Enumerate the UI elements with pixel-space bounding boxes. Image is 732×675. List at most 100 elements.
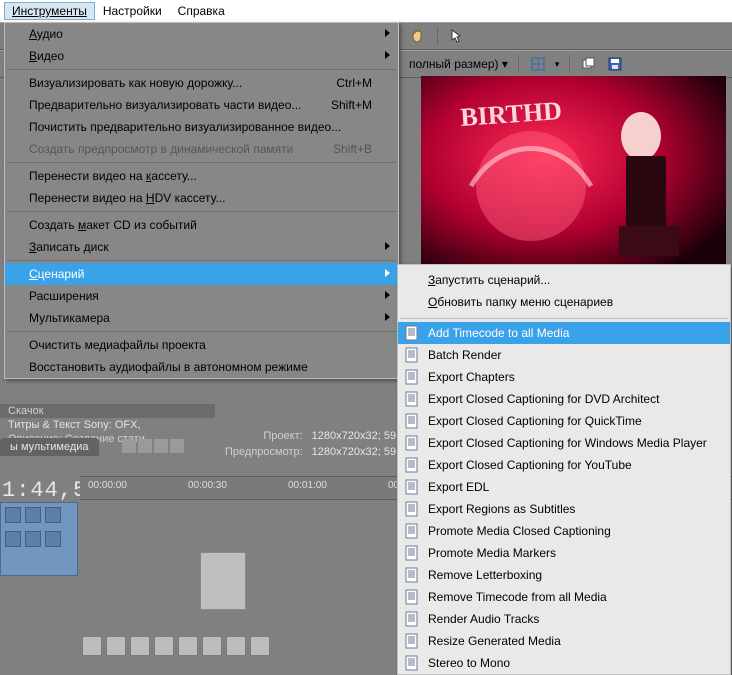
script-item[interactable]: Export EDL <box>398 476 730 498</box>
play-button[interactable] <box>154 636 174 656</box>
more-icon[interactable] <box>45 531 61 547</box>
fx-icon[interactable] <box>5 531 21 547</box>
script-item[interactable]: Export Regions as Subtitles <box>398 498 730 520</box>
play-start-button[interactable] <box>130 636 150 656</box>
script-item-label: Export Closed Captioning for Windows Med… <box>428 436 707 450</box>
menu-render-new-track[interactable]: Визуализировать как новую дорожку...Ctrl… <box>5 72 398 94</box>
tab-media[interactable]: ы мультимедиа <box>0 438 99 456</box>
script-item[interactable]: Resize Generated Media <box>398 630 730 652</box>
pause-button[interactable] <box>178 636 198 656</box>
menu-help[interactable]: Справка <box>170 2 233 20</box>
menu-clean-media[interactable]: Очистить медиафайлы проекта <box>5 334 398 356</box>
solo-icon[interactable] <box>25 507 41 523</box>
tab-nav[interactable] <box>122 439 184 453</box>
submenu-arrow-icon <box>385 313 390 321</box>
menu-scripting[interactable]: Сценарий <box>5 263 398 285</box>
preview-size-dropdown[interactable]: полный размер) ▾ <box>409 57 508 71</box>
menu-prerender[interactable]: Предварительно визуализировать части вид… <box>5 94 398 116</box>
script-file-icon <box>404 457 420 473</box>
script-item[interactable]: Export Chapters <box>398 366 730 388</box>
submenu-arrow-icon <box>385 291 390 299</box>
script-file-icon <box>404 501 420 517</box>
submenu-arrow-icon <box>385 29 390 37</box>
media-item[interactable]: Скачок <box>0 404 215 418</box>
automation-icon[interactable] <box>25 531 41 547</box>
menu-refresh-scripts[interactable]: Обновить папку меню сценариев <box>398 291 730 313</box>
script-item-label: Export Closed Captioning for QuickTime <box>428 414 642 428</box>
script-file-icon <box>404 611 420 627</box>
script-item-label: Remove Letterboxing <box>428 568 542 582</box>
submenu-arrow-icon <box>385 242 390 250</box>
script-item-label: Export EDL <box>428 480 489 494</box>
menu-extensions[interactable]: Расширения <box>5 285 398 307</box>
menu-burn-disc[interactable]: Записать диск <box>5 236 398 258</box>
script-item[interactable]: Add Timecode to all Media <box>398 322 730 344</box>
video-preview: BIRTHD <box>421 76 726 276</box>
loop-button[interactable] <box>106 636 126 656</box>
script-item[interactable]: Render Audio Tracks <box>398 608 730 630</box>
script-file-icon <box>404 545 420 561</box>
script-item-label: Promote Media Closed Captioning <box>428 524 611 538</box>
script-item[interactable]: Promote Media Closed Captioning <box>398 520 730 542</box>
script-file-icon <box>404 369 420 385</box>
submenu-arrow-icon <box>385 269 390 277</box>
script-item[interactable]: Batch Render <box>398 344 730 366</box>
script-item-label: Add Timecode to all Media <box>428 326 569 340</box>
project-info: Проект:1280x720x32; 59,940p Предпросмотр… <box>222 427 427 461</box>
track-header[interactable] <box>0 502 78 576</box>
cursor-tool-icon[interactable] <box>448 27 466 45</box>
media-item[interactable]: Титры & Текст Sony: OFX, <box>0 418 215 432</box>
menubar: Инструменты Настройки Справка <box>0 0 732 22</box>
script-item[interactable]: Stereo to Mono <box>398 652 730 674</box>
transport-controls <box>82 636 270 656</box>
script-file-icon <box>404 567 420 583</box>
script-item-label: Export Closed Captioning for YouTube <box>428 458 632 472</box>
script-item-label: Export Closed Captioning for DVD Archite… <box>428 392 659 406</box>
mute-icon[interactable] <box>5 507 21 523</box>
menu-settings[interactable]: Настройки <box>95 2 170 20</box>
save-snapshot-icon[interactable] <box>606 55 624 73</box>
record-icon[interactable] <box>45 507 61 523</box>
menu-audio[interactable]: Аудио <box>5 23 398 45</box>
script-file-icon <box>404 347 420 363</box>
script-item-label: Promote Media Markers <box>428 546 556 560</box>
script-item[interactable]: Export Closed Captioning for DVD Archite… <box>398 388 730 410</box>
menu-tools[interactable]: Инструменты <box>4 2 95 20</box>
menu-run-script[interactable]: Запустить сценарий... <box>398 269 730 291</box>
menu-video[interactable]: Видео <box>5 45 398 67</box>
script-item[interactable]: Export Closed Captioning for QuickTime <box>398 410 730 432</box>
scripting-submenu: Запустить сценарий... Обновить папку мен… <box>397 264 731 675</box>
record-button[interactable] <box>82 636 102 656</box>
script-item[interactable]: Export Closed Captioning for Windows Med… <box>398 432 730 454</box>
menu-multicamera[interactable]: Мультикамера <box>5 307 398 329</box>
timeline-gap[interactable] <box>200 552 246 610</box>
script-item[interactable]: Export Closed Captioning for YouTube <box>398 454 730 476</box>
script-item-label: Render Audio Tracks <box>428 612 539 626</box>
menu-print-to-hdv[interactable]: Перенести видео на HDV кассету... <box>5 187 398 209</box>
menu-restore-audio[interactable]: Восстановить аудиофайлы в автономном реж… <box>5 356 398 378</box>
menu-cd-layout[interactable]: Создать макет CD из событий <box>5 214 398 236</box>
go-end-button[interactable] <box>250 636 270 656</box>
grid-overlay-icon[interactable] <box>529 55 547 73</box>
script-file-icon <box>404 391 420 407</box>
stop-button[interactable] <box>202 636 222 656</box>
script-item-label: Stereo to Mono <box>428 656 510 670</box>
script-file-icon <box>404 589 420 605</box>
script-file-icon <box>404 435 420 451</box>
hand-tool-icon[interactable] <box>409 27 427 45</box>
script-item[interactable]: Remove Timecode from all Media <box>398 586 730 608</box>
script-item[interactable]: Remove Letterboxing <box>398 564 730 586</box>
tools-menu: Аудио Видео Визуализировать как новую до… <box>4 22 399 379</box>
script-item[interactable]: Promote Media Markers <box>398 542 730 564</box>
menu-print-to-tape[interactable]: Перенести видео на кассету... <box>5 165 398 187</box>
script-item-label: Export Regions as Subtitles <box>428 502 575 516</box>
menu-dynamic-preview: Создать предпросмотр в динамической памя… <box>5 138 398 160</box>
script-item-label: Remove Timecode from all Media <box>428 590 607 604</box>
go-start-button[interactable] <box>226 636 246 656</box>
script-file-icon <box>404 479 420 495</box>
script-file-icon <box>404 655 420 671</box>
copy-snapshot-icon[interactable] <box>580 55 598 73</box>
script-item-label: Resize Generated Media <box>428 634 561 648</box>
script-file-icon <box>404 523 420 539</box>
menu-clean-prerender[interactable]: Почистить предварительно визуализированн… <box>5 116 398 138</box>
